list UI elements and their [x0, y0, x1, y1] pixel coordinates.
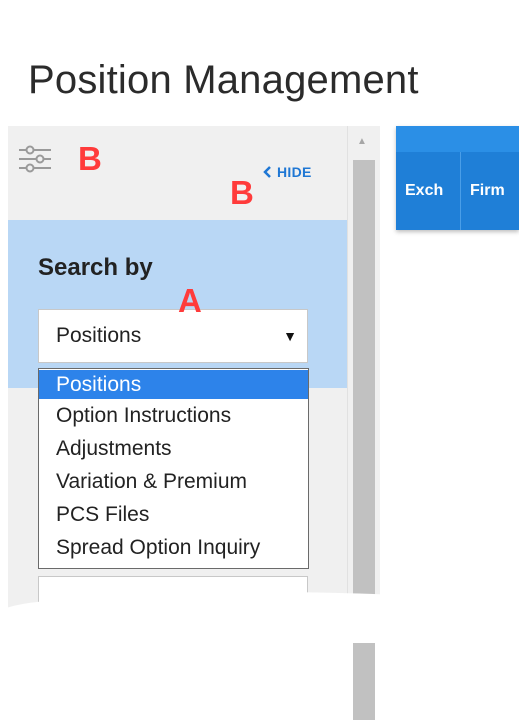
annotation-b: B — [78, 140, 102, 177]
hide-sidebar-link[interactable]: HIDE — [263, 164, 312, 180]
dropdown-option[interactable]: PCS Files — [39, 498, 308, 531]
caret-down-icon: ▼ — [283, 328, 297, 344]
search-by-select[interactable]: Positions ▼ — [38, 309, 308, 363]
dropdown-option[interactable]: Variation & Premium — [39, 465, 308, 498]
dropdown-option[interactable]: Spread Option Inquiry — [39, 531, 308, 564]
bottom-fade — [0, 592, 519, 643]
column-divider — [460, 152, 461, 230]
search-by-label: Search by — [38, 254, 153, 281]
page-title: Position Management — [28, 58, 419, 102]
dropdown-option[interactable]: Adjustments — [39, 432, 308, 465]
hide-label: HIDE — [277, 164, 312, 180]
scroll-up-arrow-icon[interactable]: ▲ — [357, 136, 367, 147]
annotation-a: A — [178, 282, 202, 319]
dropdown-option[interactable]: Option Instructions — [39, 399, 308, 432]
dropdown-option[interactable]: Positions — [39, 370, 308, 399]
grid-header: Exch Firm — [396, 126, 519, 230]
column-header-firm[interactable]: Firm — [470, 152, 505, 230]
sliders-icon[interactable] — [18, 145, 52, 173]
sidebar-scrollbar[interactable]: ▲ — [347, 126, 380, 720]
column-header-exch[interactable]: Exch — [405, 152, 443, 230]
chevron-left-icon — [263, 166, 271, 178]
grid-header-top-bar — [396, 126, 519, 152]
annotation-b: B — [230, 174, 254, 211]
search-by-select-value: Positions — [56, 324, 142, 347]
search-by-dropdown-list: Positions Option Instructions Adjustment… — [38, 368, 309, 569]
